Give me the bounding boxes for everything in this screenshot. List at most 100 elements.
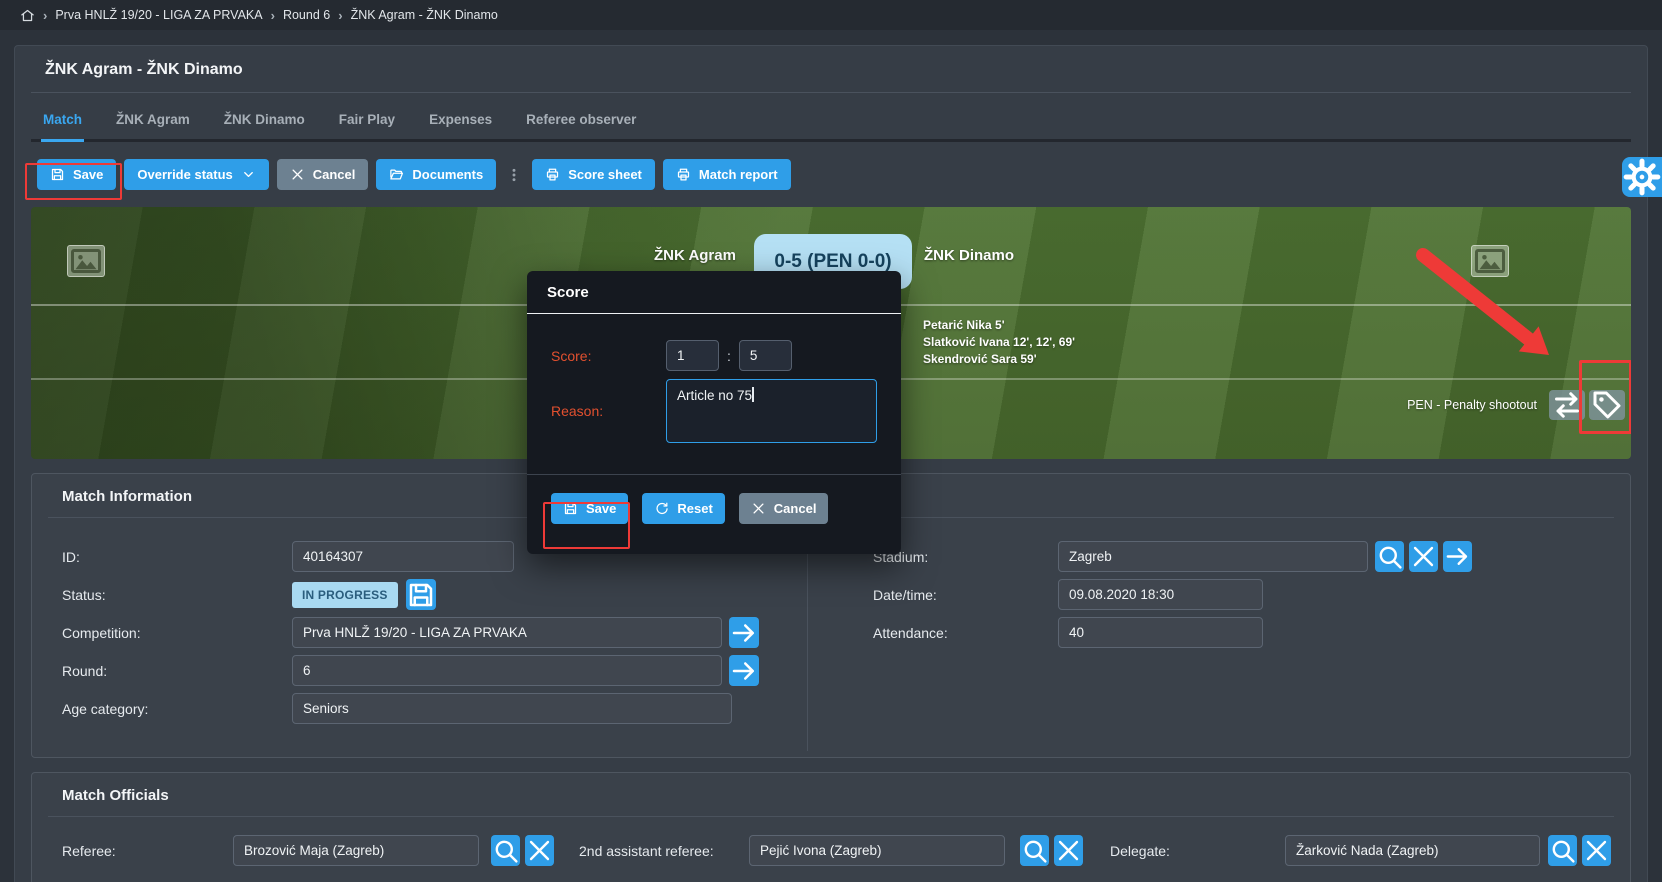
- kebab-icon: [506, 164, 522, 186]
- breadcrumb-match[interactable]: ŽNK Agram - ŽNK Dinamo: [351, 8, 498, 22]
- swap-icon: [1549, 387, 1585, 423]
- tab-match[interactable]: Match: [41, 95, 84, 142]
- reset-icon: [654, 501, 669, 516]
- tab-znk-dinamo[interactable]: ŽNK Dinamo: [222, 95, 307, 142]
- modal-cancel-button[interactable]: Cancel: [739, 493, 829, 524]
- tab-znk-agram[interactable]: ŽNK Agram: [114, 95, 192, 142]
- home-icon[interactable]: [20, 8, 35, 23]
- save-icon: [50, 167, 65, 182]
- search-icon: [1020, 836, 1049, 865]
- tab-fair-play[interactable]: Fair Play: [337, 95, 397, 142]
- match-officials-title: Match Officials: [48, 773, 1614, 816]
- save-button[interactable]: Save: [37, 159, 116, 190]
- match-report-button[interactable]: Match report: [663, 159, 791, 190]
- x-icon: [290, 167, 305, 182]
- app-root: { "breadcrumb": { "home_icon": "home-ico…: [0, 0, 1662, 882]
- referee-clear-button[interactable]: [525, 835, 554, 866]
- delegate-label: Delegate:: [1110, 843, 1285, 859]
- datetime-label: Date/time:: [808, 587, 1058, 603]
- attendance-label: Attendance:: [808, 625, 1058, 641]
- printer-icon: [676, 167, 691, 182]
- breadcrumb-competition[interactable]: Prva HNLŽ 19/20 - LIGA ZA PRVAKA: [55, 8, 262, 22]
- page-title: ŽNK Agram - ŽNK Dinamo: [31, 46, 1631, 92]
- delegate-clear-button[interactable]: [1582, 835, 1611, 866]
- stadium-input[interactable]: [1058, 541, 1368, 572]
- breadcrumb-separator: ›: [338, 8, 342, 23]
- id-input[interactable]: [292, 541, 514, 572]
- home-team-name: ŽNK Agram: [654, 247, 736, 264]
- home-team-logo-placeholder[interactable]: [67, 245, 105, 277]
- match-information-right-column: Stadium: Date/time:: [808, 518, 1614, 751]
- cancel-button[interactable]: Cancel: [277, 159, 369, 190]
- score-separator: :: [727, 348, 731, 364]
- tag-icon: [1589, 387, 1625, 423]
- save-icon: [563, 501, 578, 516]
- status-badge: IN PROGRESS: [292, 582, 398, 608]
- penalty-shootout-label: PEN - Penalty shootout: [1407, 398, 1537, 412]
- swap-score-button[interactable]: [1549, 390, 1585, 420]
- x-icon: [1409, 542, 1438, 571]
- arrow-right-icon: [729, 656, 759, 686]
- modal-save-button[interactable]: Save: [551, 493, 628, 524]
- status-history-button[interactable]: [406, 579, 436, 610]
- attendance-input[interactable]: [1058, 617, 1263, 648]
- text-cursor: [752, 387, 754, 402]
- goto-stadium-button[interactable]: [1443, 541, 1472, 572]
- title-divider: [31, 92, 1631, 93]
- referee-input[interactable]: [233, 835, 479, 866]
- tab-referee-observer[interactable]: Referee observer: [524, 95, 638, 142]
- delegate-input[interactable]: [1285, 835, 1540, 866]
- second-assistant-clear-button[interactable]: [1054, 835, 1083, 866]
- status-label: Status:: [48, 587, 292, 603]
- x-icon: [1582, 836, 1611, 865]
- score-modal: Score Score: : Reason: Article no 75 Sav…: [527, 271, 901, 554]
- field-row-attendance: Attendance:: [808, 617, 1614, 648]
- arrow-right-icon: [1443, 542, 1472, 571]
- score-label: Score:: [551, 348, 666, 364]
- section-divider: [48, 816, 1614, 817]
- modal-reset-button[interactable]: Reset: [642, 493, 724, 524]
- competition-label: Competition:: [48, 625, 292, 641]
- reason-row: Reason: Article no 75: [551, 379, 877, 443]
- away-team-logo-placeholder[interactable]: [1471, 245, 1509, 277]
- goto-round-button[interactable]: [729, 655, 759, 686]
- score-sheet-button[interactable]: Score sheet: [532, 159, 655, 190]
- stadium-clear-button[interactable]: [1409, 541, 1438, 572]
- field-row-stadium: Stadium:: [808, 541, 1614, 572]
- edit-score-tag-button[interactable]: [1589, 390, 1625, 420]
- x-icon: [525, 836, 554, 865]
- competition-input[interactable]: [292, 617, 722, 648]
- field-row-age-category: Age category:: [48, 693, 807, 724]
- second-assistant-search-button[interactable]: [1020, 835, 1049, 866]
- tab-expenses[interactable]: Expenses: [427, 95, 494, 142]
- away-score-input[interactable]: [739, 340, 792, 371]
- breadcrumb-separator: ›: [271, 8, 275, 23]
- goto-competition-button[interactable]: [729, 617, 759, 648]
- officials-row: Referee: 2nd assistant referee: Delegate…: [48, 835, 1614, 866]
- reason-label: Reason:: [551, 403, 666, 419]
- referee-search-button[interactable]: [491, 835, 520, 866]
- delegate-search-button[interactable]: [1548, 835, 1577, 866]
- settings-flyout-button[interactable]: [1622, 157, 1662, 197]
- referee-label: Referee:: [48, 843, 233, 859]
- scorer-line: Petarić Nika 5': [923, 317, 1075, 334]
- breadcrumb-separator: ›: [43, 8, 47, 23]
- documents-button[interactable]: Documents: [376, 159, 496, 190]
- save-icon: [406, 580, 436, 610]
- x-icon: [1054, 836, 1083, 865]
- round-input[interactable]: [292, 655, 722, 686]
- away-scorers-list: Petarić Nika 5' Slatković Ivana 12', 12'…: [923, 317, 1075, 368]
- breadcrumb-round[interactable]: Round 6: [283, 8, 330, 22]
- id-label: ID:: [48, 549, 292, 565]
- second-assistant-referee-input[interactable]: [749, 835, 1005, 866]
- score-modal-body: Score: : Reason: Article no 75: [527, 340, 901, 443]
- age-category-input[interactable]: [292, 693, 732, 724]
- score-modal-header: Score: [527, 271, 901, 314]
- field-row-competition: Competition:: [48, 617, 807, 648]
- reason-textarea[interactable]: Article no 75: [666, 379, 877, 443]
- home-score-input[interactable]: [666, 340, 719, 371]
- score-row: Score: :: [551, 340, 877, 371]
- datetime-input[interactable]: [1058, 579, 1263, 610]
- override-status-button[interactable]: Override status: [124, 159, 268, 190]
- stadium-search-button[interactable]: [1375, 541, 1404, 572]
